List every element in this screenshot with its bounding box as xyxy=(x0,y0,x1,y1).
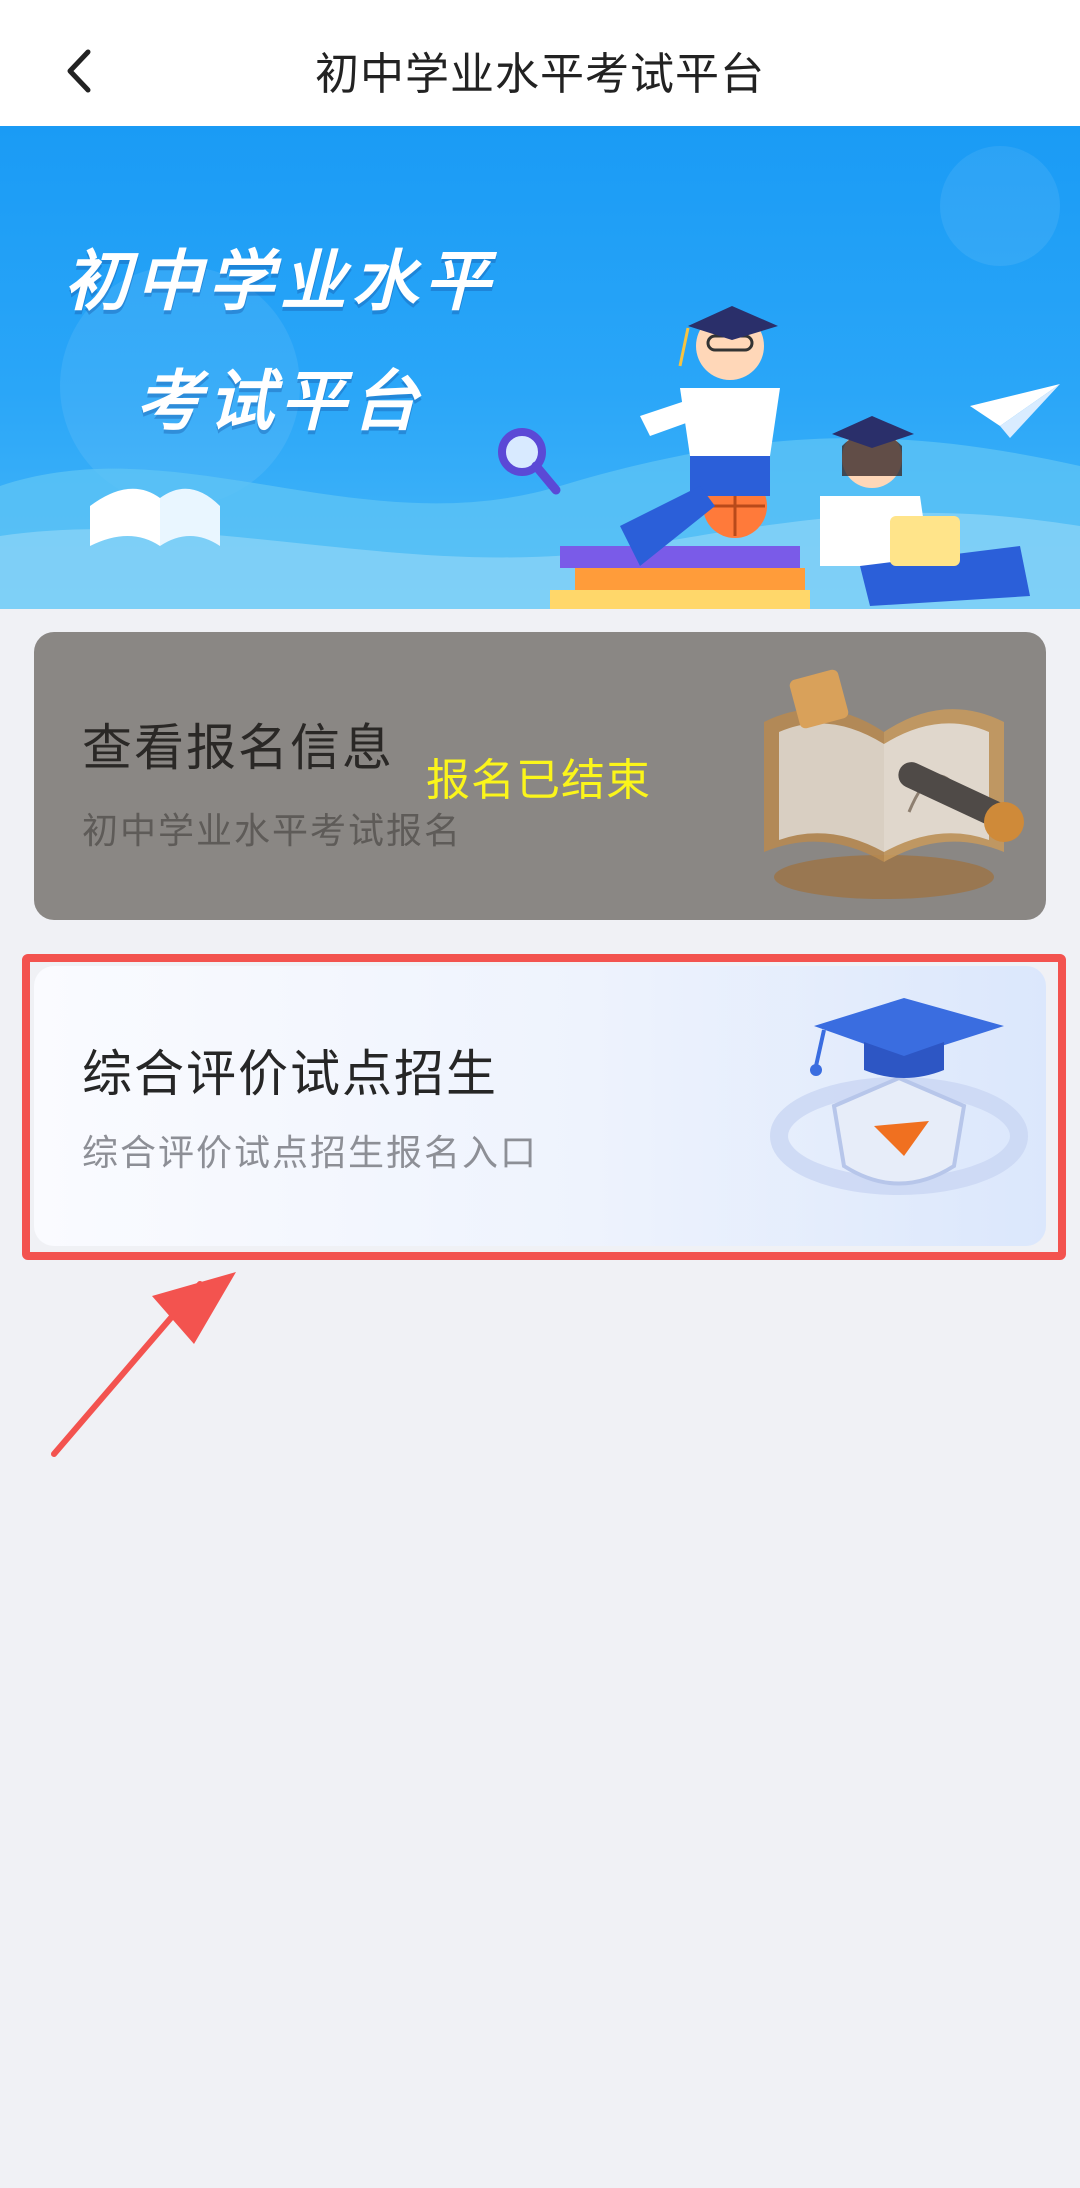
banner-title-line2: 考试平台 xyxy=(136,363,424,440)
card-title: 查看报名信息 xyxy=(82,719,394,777)
highlight-box xyxy=(22,954,1066,1260)
banner-title-line1: 初中学业水平 xyxy=(64,243,496,320)
top-bar: 初中学业水平考试平台 xyxy=(0,0,1080,126)
view-registration-card[interactable]: 查看报名信息 初中学业水平考试报名 报名已结束 xyxy=(34,632,1046,920)
card-subtitle: 初中学业水平考试报名 xyxy=(82,811,463,852)
registration-ended-label: 报名已结束 xyxy=(426,755,651,806)
arrow-annotation-icon xyxy=(51,1272,236,1457)
hero-banner: 初中学业水平 考试平台 xyxy=(0,126,1080,609)
book-icon xyxy=(764,669,1024,899)
